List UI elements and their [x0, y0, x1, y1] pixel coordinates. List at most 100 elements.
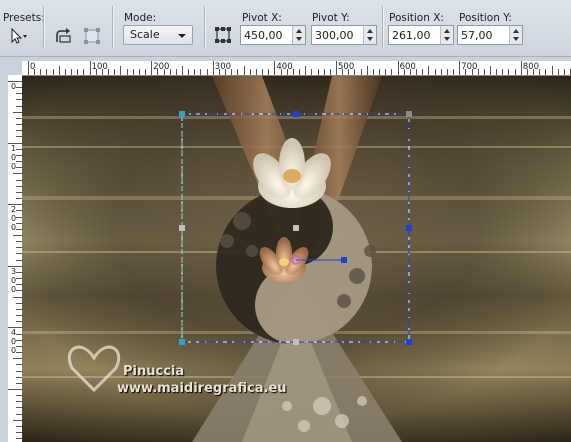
ruler-tick — [453, 69, 455, 75]
position-x-label: Position X: — [389, 12, 444, 24]
ruler-tick — [354, 69, 356, 75]
toolbar-separator — [43, 6, 45, 48]
ruler-tick — [40, 69, 42, 75]
ruler-label: 200 — [153, 62, 170, 72]
ruler-label: 400 — [276, 62, 293, 72]
ruler-label: 0 — [30, 62, 36, 72]
ruler-tick — [557, 69, 559, 75]
ruler-tick — [496, 69, 498, 75]
ruler-tick — [13, 173, 22, 175]
ruler-tick — [231, 69, 233, 75]
position-y-label: Position Y: — [459, 12, 512, 24]
pivot-y-value: 300,00 — [315, 29, 354, 42]
pivot-x-label: Pivot X: — [242, 12, 282, 24]
ruler-tick — [329, 69, 331, 75]
mode-select[interactable]: Scale — [123, 25, 193, 45]
ruler-tick — [428, 66, 430, 75]
ruler-tick — [446, 69, 448, 75]
handle-top-middle — [293, 111, 299, 117]
ruler-tick — [71, 69, 73, 75]
ruler-tick — [440, 69, 442, 75]
pivot-center-icon[interactable] — [210, 24, 236, 46]
ruler-label: 500 — [338, 62, 355, 72]
ruler-tick — [299, 69, 301, 75]
pivot-y-spinner[interactable] — [363, 26, 376, 44]
pivot-x-input[interactable]: 450,00 — [240, 25, 306, 45]
ruler-tick — [13, 358, 22, 360]
ruler-label: 0 — [10, 284, 17, 294]
chevron-down-icon — [178, 34, 186, 38]
ruler-tick — [243, 66, 245, 75]
pivot-x-spinner[interactable] — [292, 26, 305, 44]
position-x-spinner[interactable] — [440, 26, 453, 44]
handle-bottom-right — [406, 339, 412, 345]
position-y-spinner[interactable] — [509, 26, 522, 44]
deform-grid-icon[interactable] — [79, 25, 105, 47]
ruler-tick — [255, 69, 257, 75]
ruler-tick — [212, 61, 214, 75]
ruler-tick — [305, 66, 307, 75]
tool-options-toolbar: Presets: Mode: Scale Pivot X: 450,00 Piv… — [0, 0, 571, 57]
ruler-tick — [200, 69, 202, 75]
ruler-tick — [360, 69, 362, 75]
ruler-tick — [311, 69, 313, 75]
ruler-tick — [8, 389, 22, 390]
ruler-tick — [77, 69, 79, 75]
ruler-tick — [459, 61, 461, 75]
vertical-ruler: 0100200300400 — [8, 75, 23, 442]
ruler-tick — [317, 69, 319, 75]
ruler-tick — [477, 69, 479, 75]
ruler-tick — [132, 69, 134, 75]
ruler-label: 2 — [10, 205, 17, 215]
ruler-tick — [169, 69, 171, 75]
ruler-tick — [249, 69, 251, 75]
image-canvas[interactable] — [22, 76, 571, 442]
ruler-tick — [372, 69, 374, 75]
ruler-label: 4 — [10, 328, 17, 338]
ruler-tick — [13, 235, 22, 236]
ruler-label: 0 — [10, 346, 17, 356]
ruler-tick — [175, 69, 177, 75]
ruler-tick — [182, 66, 183, 75]
ruler-tick — [13, 296, 22, 298]
presets-label: Presets: — [3, 12, 45, 24]
pivot-y-input[interactable]: 300,00 — [311, 25, 377, 45]
ruler-tick — [366, 66, 368, 75]
ruler-tick — [268, 69, 270, 75]
ruler-tick — [120, 66, 122, 75]
handle-middle-left — [179, 225, 185, 231]
position-x-value: 261,00 — [392, 29, 431, 42]
ruler-tick — [483, 69, 485, 75]
ruler-tick — [194, 69, 196, 75]
ruler-tick — [206, 69, 208, 75]
horizontal-ruler: 0 100 200 300 400 500 600 700 800 — [22, 61, 571, 76]
rotation-handle — [341, 257, 347, 263]
ruler-label: 800 — [522, 62, 540, 72]
toolbar-separator — [382, 6, 384, 48]
ruler-tick — [490, 66, 491, 75]
ruler-label: 0 — [10, 337, 17, 347]
ruler-tick — [126, 69, 128, 75]
ruler-tick — [502, 69, 504, 75]
ruler-tick — [151, 61, 153, 75]
ruler-label: 300 — [214, 62, 232, 72]
ruler-label: 1 — [10, 143, 17, 153]
ruler-tick — [551, 66, 553, 75]
reset-rectangle-icon[interactable] — [50, 25, 76, 47]
preset-cursor-icon[interactable] — [6, 25, 32, 47]
ruler-label: 0 — [10, 82, 17, 91]
position-y-input[interactable]: 57,00 — [457, 25, 523, 45]
handle-bottom-middle — [293, 339, 299, 345]
ruler-tick — [508, 69, 510, 75]
position-x-input[interactable]: 261,00 — [388, 25, 454, 45]
pivot-y-label: Pivot Y: — [312, 12, 350, 24]
handle-top-right — [406, 111, 412, 117]
ruler-tick — [114, 69, 116, 75]
ruler-tick — [83, 69, 85, 75]
ruler-tick — [391, 69, 393, 75]
ruler-tick — [13, 111, 22, 113]
toolbar-separator — [204, 6, 206, 48]
handle-bottom-left — [179, 339, 185, 345]
ruler-tick — [514, 69, 516, 75]
handle-middle-right — [406, 225, 412, 231]
